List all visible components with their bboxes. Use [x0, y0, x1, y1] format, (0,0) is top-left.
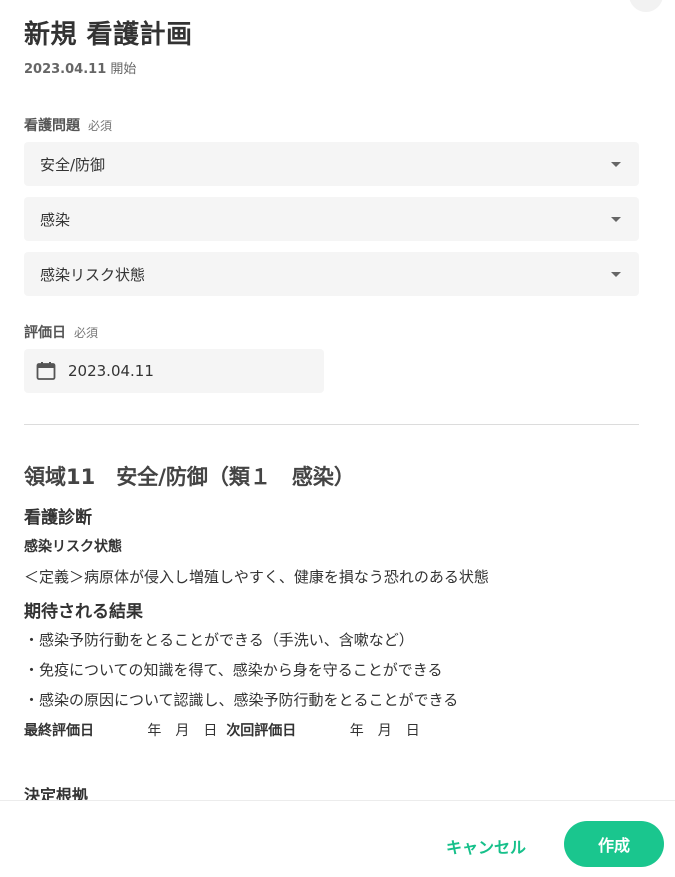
domain-select-value: 安全/防御: [40, 155, 106, 174]
outcomes-heading: 期待される結果: [24, 602, 143, 622]
last-eval-label: 最終評価日: [24, 723, 94, 739]
start-date-line: 2023.04.11 開始: [24, 58, 136, 77]
diagnosis-select-value: 感染リスク状態: [40, 265, 146, 284]
caret-down-icon: [611, 216, 621, 222]
caret-down-icon: [611, 271, 621, 277]
evaluation-date-value: 2023.04.11: [68, 362, 154, 380]
calendar-icon: [36, 362, 56, 380]
outcome-item: ・感染の原因について認識し、感染予防行動をとることができる: [24, 691, 459, 709]
area-title: 領域11 安全/防御（類１ 感染）: [24, 465, 355, 489]
outcome-item: ・感染予防行動をとることができる（手洗い、含嗽など）: [24, 631, 414, 649]
nursing-problem-label-text: 看護問題: [24, 118, 80, 134]
class-select-value: 感染: [40, 210, 71, 229]
page-title: 新規 看護計画: [24, 20, 193, 50]
class-select[interactable]: 感染: [24, 197, 639, 241]
nursing-problem-label: 看護問題 必須: [24, 115, 112, 135]
evaluation-date-field[interactable]: 2023.04.11: [24, 349, 324, 393]
last-eval-date: 年 月 日: [147, 723, 218, 739]
diagnosis-definition: ＜定義＞病原体が侵入し増殖しやすく、健康を損なう恐れのある状態: [24, 568, 489, 586]
diagnosis-heading: 看護診断: [24, 508, 92, 528]
next-eval-label: 次回評価日: [226, 723, 297, 739]
required-tag: 必須: [88, 119, 113, 133]
evaluation-date-label: 評価日 必須: [24, 322, 98, 342]
diagnosis-name: 感染リスク状態: [24, 539, 122, 555]
start-date: 2023.04.11: [24, 62, 107, 77]
start-label: 開始: [110, 62, 137, 77]
outcome-item: ・免疫についての知識を得て、感染から身を守ることができる: [24, 661, 443, 679]
domain-select[interactable]: 安全/防御: [24, 142, 639, 186]
close-button[interactable]: [629, 0, 663, 12]
required-tag: 必須: [74, 326, 99, 340]
create-button[interactable]: 作成: [564, 821, 664, 867]
evaluation-date-label-text: 評価日: [24, 325, 66, 341]
evaluation-dates-row: 最終評価日 年 月 日 次回評価日 年 月 日: [24, 720, 420, 740]
next-eval-date: 年 月 日: [349, 723, 420, 739]
caret-down-icon: [611, 161, 621, 167]
cancel-button[interactable]: キャンセル: [446, 834, 526, 858]
diagnosis-select[interactable]: 感染リスク状態: [24, 252, 639, 296]
divider: [24, 424, 639, 425]
